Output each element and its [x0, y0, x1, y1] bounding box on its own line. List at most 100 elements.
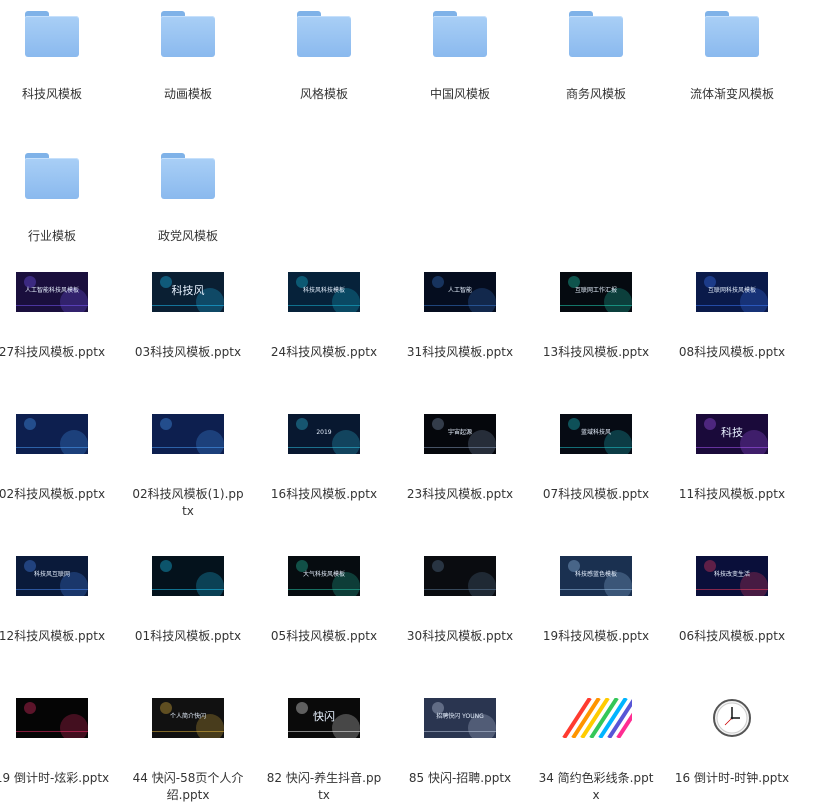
pptx-thumbnail [560, 698, 632, 738]
file-label: 30科技风模板.pptx [406, 629, 514, 643]
pptx-thumbnail-title: 互联网科技风模板 [707, 287, 756, 294]
folder-item[interactable]: 中国风模板 [400, 2, 520, 103]
folder-label: 动画模板 [163, 87, 212, 101]
file-item[interactable]: 19 倒计时-炫彩.pptx [0, 686, 112, 787]
file-label: 12科技风模板.pptx [0, 629, 106, 643]
folder-item[interactable]: 动画模板 [128, 2, 248, 103]
pptx-thumbnail-title: 大气科技风模板 [302, 571, 345, 578]
file-item[interactable]: 人工智能 31科技风模板.pptx [400, 260, 520, 361]
folder-icon [25, 153, 79, 199]
pptx-file-icon [424, 560, 496, 596]
pptx-thumbnail: 人工智能 [424, 272, 496, 312]
file-item[interactable]: 16 倒计时-时钟.pptx [672, 686, 792, 787]
pptx-thumbnail: 科技感蓝色模板 [560, 556, 632, 596]
file-item[interactable]: 02科技风模板.pptx [0, 402, 112, 503]
file-label: 01科技风模板.pptx [134, 629, 242, 643]
file-item[interactable]: 蓝域科技风 07科技风模板.pptx [536, 402, 656, 503]
folder-item[interactable]: 风格模板 [264, 2, 384, 103]
file-item[interactable]: 科技感蓝色模板 19科技风模板.pptx [536, 544, 656, 645]
folder-icon [297, 11, 351, 57]
file-grid-view: 科技风模板 动画模板 风格模板 中国风模板 商务风模板 流体渐变风模板 行业模板… [0, 0, 825, 804]
pptx-thumbnail-title: 科技改变生活 [713, 571, 750, 578]
folder-label: 行业模板 [27, 229, 76, 243]
pptx-thumbnail-title: 蓝域科技风 [580, 429, 611, 436]
folder-item[interactable]: 科技风模板 [0, 2, 112, 103]
pptx-thumbnail: 蓝域科技风 [560, 414, 632, 454]
pptx-file-icon [562, 698, 632, 738]
file-item[interactable]: 02科技风模板(1).pptx [128, 402, 248, 520]
folder-item[interactable]: 行业模板 [0, 144, 112, 245]
pptx-thumbnail: 个人简介快闪 [152, 698, 224, 738]
file-label: 13科技风模板.pptx [542, 345, 650, 359]
file-item[interactable]: 快闪 82 快闪-养生抖音.pptx [264, 686, 384, 804]
pptx-thumbnail: 大气科技风模板 [288, 556, 360, 596]
folder-icon [161, 11, 215, 57]
pptx-thumbnail [424, 556, 496, 596]
pptx-thumbnail-title: 科技风互联网 [33, 571, 70, 578]
pptx-thumbnail: 招聘快闪 YOUNG [424, 698, 496, 738]
pptx-thumbnail-title: 招聘快闪 YOUNG [436, 713, 484, 720]
clock-icon [713, 699, 751, 737]
file-label: 31科技风模板.pptx [406, 345, 514, 359]
pptx-thumbnail-title: 宇宙起源 [447, 429, 472, 436]
folder-icon [705, 11, 759, 57]
folder-label: 中国风模板 [429, 87, 490, 101]
folder-item[interactable]: 政党风模板 [128, 144, 248, 245]
folder-item[interactable]: 商务风模板 [536, 2, 656, 103]
pptx-thumbnail: 科技风科技模板 [288, 272, 360, 312]
file-item[interactable]: 科技改变生活 06科技风模板.pptx [672, 544, 792, 645]
pptx-thumbnail: 科技改变生活 [696, 556, 768, 596]
folder-label: 政党风模板 [157, 229, 218, 243]
file-item[interactable]: 大气科技风模板 05科技风模板.pptx [264, 544, 384, 645]
folder-item[interactable]: 流体渐变风模板 [672, 2, 792, 103]
pptx-thumbnail-title: 快闪 [313, 711, 335, 723]
file-label: 27科技风模板.pptx [0, 345, 106, 359]
file-item[interactable]: 个人简介快闪 44 快闪-58页个人介绍.pptx [128, 686, 248, 804]
folder-label: 科技风模板 [21, 87, 82, 101]
file-item[interactable]: 01科技风模板.pptx [128, 544, 248, 645]
pptx-thumbnail-title: 科技感蓝色模板 [574, 571, 617, 578]
pptx-file-icon [16, 418, 88, 454]
pptx-file-icon [152, 418, 224, 454]
file-item[interactable]: 2019 16科技风模板.pptx [264, 402, 384, 503]
pptx-thumbnail-title: 互联网工作汇报 [574, 287, 617, 294]
file-label: 44 快闪-58页个人介绍.pptx [132, 771, 244, 802]
file-item[interactable]: 招聘快闪 YOUNG 85 快闪-招聘.pptx [400, 686, 520, 787]
pptx-thumbnail [152, 556, 224, 596]
file-label: 02科技风模板(1).pptx [132, 487, 244, 518]
pptx-thumbnail: 科技风 [152, 272, 224, 312]
file-label: 19 倒计时-炫彩.pptx [0, 771, 110, 785]
pptx-thumbnail-title: 科技风科技模板 [302, 287, 345, 294]
pptx-thumbnail: 科技 [696, 414, 768, 454]
folder-label: 商务风模板 [565, 87, 626, 101]
file-item[interactable]: 科技风互联网 12科技风模板.pptx [0, 544, 112, 645]
folder-icon [569, 11, 623, 57]
pptx-file-icon [16, 702, 88, 738]
pptx-thumbnail: 宇宙起源 [424, 414, 496, 454]
pptx-thumbnail: 快闪 [288, 698, 360, 738]
file-label: 11科技风模板.pptx [678, 487, 786, 501]
file-item[interactable]: 互联网科技风模板 08科技风模板.pptx [672, 260, 792, 361]
file-label: 08科技风模板.pptx [678, 345, 786, 359]
file-label: 16科技风模板.pptx [270, 487, 378, 501]
file-label: 34 简约色彩线条.pptx [538, 771, 654, 802]
file-label: 82 快闪-养生抖音.pptx [266, 771, 382, 802]
file-item[interactable]: 34 简约色彩线条.pptx [536, 686, 656, 804]
pptx-thumbnail-title: 科技 [721, 427, 743, 439]
file-label: 02科技风模板.pptx [0, 487, 106, 501]
file-label: 03科技风模板.pptx [134, 345, 242, 359]
file-item[interactable]: 科技 11科技风模板.pptx [672, 402, 792, 503]
folder-icon [25, 11, 79, 57]
pptx-thumbnail-title: 科技风 [171, 285, 205, 297]
pptx-thumbnail: 科技风互联网 [16, 556, 88, 596]
file-item[interactable]: 互联网工作汇报 13科技风模板.pptx [536, 260, 656, 361]
file-item[interactable]: 科技风科技模板 24科技风模板.pptx [264, 260, 384, 361]
file-item[interactable]: 宇宙起源 23科技风模板.pptx [400, 402, 520, 503]
file-item[interactable]: 科技风 03科技风模板.pptx [128, 260, 248, 361]
file-item[interactable]: 人工智能科技风模板 27科技风模板.pptx [0, 260, 112, 361]
pptx-thumbnail-title: 个人简介快闪 [169, 713, 206, 720]
pptx-thumbnail [16, 698, 88, 738]
file-item[interactable]: 30科技风模板.pptx [400, 544, 520, 645]
folder-icon [161, 153, 215, 199]
file-label: 07科技风模板.pptx [542, 487, 650, 501]
